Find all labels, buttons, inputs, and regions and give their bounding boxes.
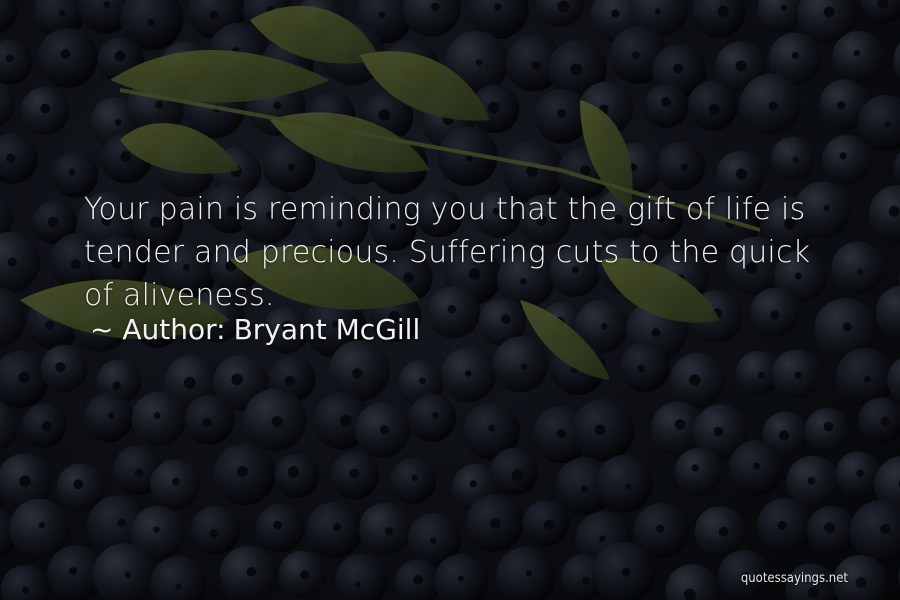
author-name: Bryant McGill	[233, 313, 421, 346]
site-watermark: quotessayings.net	[740, 571, 848, 586]
quote-text: Your pain is reminding you that the gift…	[84, 192, 811, 313]
quote-image: Your pain is reminding you that the gift…	[0, 0, 900, 600]
author-line: ~ Author: Bryant McGill	[90, 312, 420, 348]
author-prefix: ~ Author:	[90, 313, 226, 346]
